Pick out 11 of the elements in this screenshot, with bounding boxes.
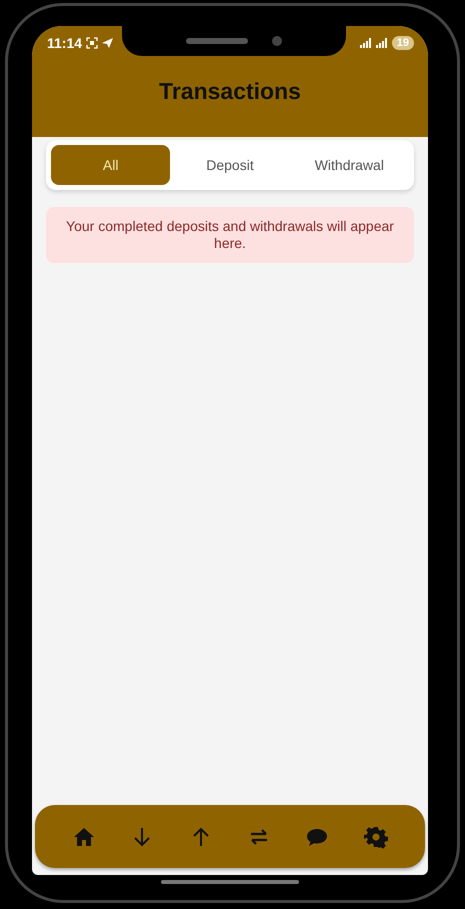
send-icon bbox=[102, 38, 114, 48]
tab[interactable]: All bbox=[51, 145, 170, 185]
screenshot-icon bbox=[86, 37, 98, 49]
tab[interactable]: Withdrawal bbox=[290, 145, 409, 185]
signal-icon bbox=[376, 38, 388, 48]
status-time: 11:14 bbox=[47, 34, 82, 52]
tab[interactable]: Deposit bbox=[170, 145, 290, 185]
battery-level: 19 bbox=[392, 36, 414, 50]
signal-icon bbox=[360, 38, 372, 48]
page-title: Transactions bbox=[158, 77, 302, 106]
empty-notice: Your completed deposits and withdrawals will appear here. bbox=[46, 207, 414, 263]
